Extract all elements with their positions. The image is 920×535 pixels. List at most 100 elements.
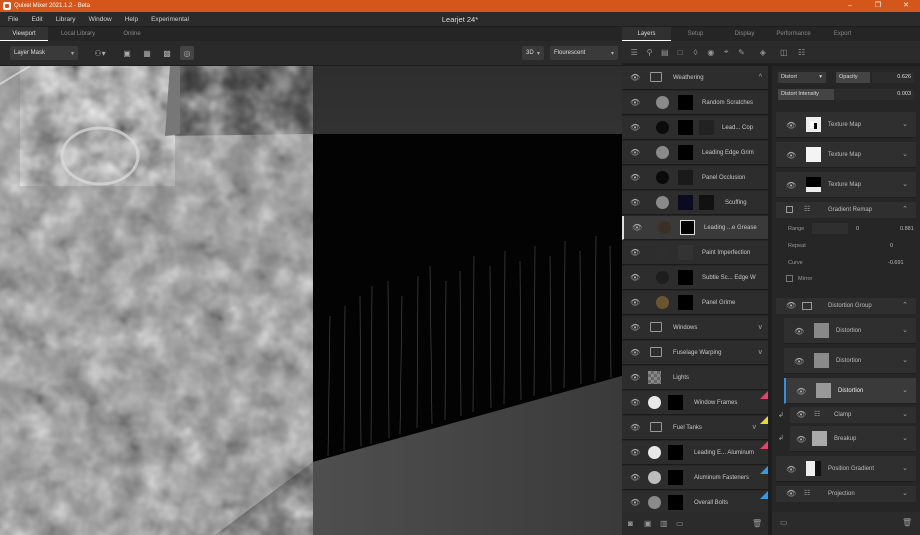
layer-row[interactable]: 👁 Panel Grime [622, 291, 768, 315]
image-view-icon[interactable]: ▣ [120, 46, 134, 60]
eye-icon[interactable]: 👁 [630, 274, 640, 282]
chevron-up-icon[interactable]: ⌃ [902, 298, 908, 314]
eye-icon[interactable]: 👁 [630, 374, 640, 382]
menu-file[interactable]: File [0, 16, 23, 23]
eye-icon[interactable]: 👁 [630, 424, 640, 432]
view-mode-dropdown[interactable]: 3D ▾ [522, 46, 544, 60]
opacity-value[interactable]: 0.626 [888, 72, 914, 83]
eye-icon[interactable]: 👁 [786, 151, 796, 160]
texture-map-card[interactable]: 👁 Texture Map ⌄ [776, 142, 916, 168]
eyedropper-icon[interactable]: ✎ [735, 45, 747, 59]
eye-icon[interactable]: 👁 [630, 499, 640, 507]
chevron-down-icon[interactable]: ⌄ [902, 318, 908, 344]
eye-icon[interactable]: 👁 [630, 99, 640, 107]
tab-local-library[interactable]: Local Library [54, 27, 102, 41]
eye-icon[interactable]: 👁 [630, 324, 640, 332]
layer-row[interactable]: 👁 Leading Edge Grim [622, 141, 768, 165]
chevron-up-icon[interactable]: ⌃ [902, 202, 908, 218]
eye-icon[interactable]: 👁 [630, 474, 640, 482]
settings-icon[interactable]: ◫ [780, 48, 794, 57]
tile-view-icon[interactable]: ▩ [160, 46, 174, 60]
layer-row[interactable]: 👁 Window Frames [622, 391, 768, 415]
add-layer-icon[interactable]: ◙ [628, 519, 640, 528]
eye-icon[interactable]: 👁 [794, 327, 804, 336]
layer-row[interactable]: 👁 Fuel Tanks v [622, 416, 768, 440]
eye-icon[interactable]: 👁 [630, 399, 640, 407]
chevron-down-icon[interactable]: ⌄ [902, 407, 908, 423]
drop-icon[interactable]: ◊ [689, 45, 701, 59]
layer-row[interactable]: 👁 Lead... Cop [622, 116, 768, 140]
trash-icon[interactable]: 🗑 [752, 519, 764, 528]
menu-experimental[interactable]: Experimental [143, 16, 194, 23]
eye-icon[interactable]: 👁 [632, 224, 642, 232]
add-folder-icon[interactable]: ▭ [676, 519, 688, 528]
grid-view-icon[interactable]: ▦ [140, 46, 154, 60]
eye-icon[interactable]: 👁 [794, 357, 804, 366]
eye-icon[interactable]: 👁 [796, 435, 806, 444]
trash-icon[interactable]: 🗑 [902, 518, 912, 527]
tab-performance[interactable]: Performance [769, 27, 818, 41]
layer-row[interactable]: 👁 Lights [622, 366, 768, 390]
opacity-slider[interactable] [872, 72, 888, 83]
eye-icon[interactable]: 👁 [796, 387, 806, 396]
range-min-value[interactable]: 0 [856, 226, 859, 232]
lighting-dropdown[interactable]: Flourescent ▾ [550, 46, 618, 60]
mask-icon[interactable]: ◉ [705, 45, 717, 59]
layer-list-icon[interactable]: ☰ [628, 45, 640, 59]
layer-row[interactable]: 👁 Aluminum Fasteners [622, 466, 768, 490]
eye-icon[interactable]: 👁 [786, 465, 796, 474]
chevron-down-icon[interactable]: ⌄ [902, 348, 908, 374]
eye-icon[interactable]: 👁 [630, 299, 640, 307]
tab-online[interactable]: Online [108, 27, 156, 41]
distortion-group-header[interactable]: 👁 Distortion Group ⌃ [776, 298, 916, 314]
layer-mask-dropdown[interactable]: Layer Mask ▾ [10, 46, 78, 60]
layer-row[interactable]: 👁 Overall Bolts [622, 491, 768, 512]
eye-icon[interactable]: 👁 [630, 124, 640, 132]
add-folder-icon[interactable]: ▭ [780, 518, 788, 527]
eye-icon[interactable]: 👁 [786, 121, 796, 130]
add-fill-icon[interactable]: ▣ [644, 519, 656, 528]
chevron-down-icon[interactable]: ⌄ [902, 172, 908, 198]
minimize-button[interactable]: – [836, 0, 864, 12]
layer-row[interactable]: 👁 Random Scratches [622, 91, 768, 115]
range-max-value[interactable]: 0.881 [900, 226, 914, 232]
chevron-up-icon[interactable]: ^ [759, 66, 762, 90]
menu-library[interactable]: Library [48, 16, 81, 23]
chevron-down-icon[interactable]: v [759, 316, 763, 340]
gradient-remap-header[interactable]: ☷ Gradient Remap ⌃ [776, 202, 916, 218]
eye-icon[interactable]: 👁 [786, 489, 796, 498]
tab-display[interactable]: Display [720, 27, 769, 41]
sliders-icon[interactable]: ☷ [798, 48, 812, 57]
blend-mode-dropdown[interactable]: Distort ▾ [778, 72, 826, 83]
curve-value[interactable]: -0.691 [888, 260, 904, 266]
chevron-down-icon[interactable]: ⌄ [902, 486, 908, 502]
texture-map-card[interactable]: 👁 Texture Map ⌄ [776, 172, 916, 198]
eye-icon[interactable]: 👁 [630, 174, 640, 182]
texture-map-card[interactable]: 👁 Texture Map ⌄ [776, 112, 916, 138]
chevron-down-icon[interactable]: ⌄ [902, 378, 908, 404]
distort-intensity-slider[interactable] [834, 89, 888, 100]
repeat-value[interactable]: 0 [890, 243, 893, 249]
chevron-down-icon[interactable]: ⌄ [902, 426, 908, 452]
layer-row[interactable]: 👁 Leading E... Aluminum [622, 441, 768, 465]
chevron-down-icon[interactable]: v [753, 416, 757, 440]
eye-icon[interactable]: 👁 [786, 301, 796, 310]
distortion-card[interactable]: 👁 Distortion ⌄ [784, 348, 916, 374]
chevron-down-icon[interactable]: ⌄ [902, 142, 908, 168]
layer-row[interactable]: 👁 Scuffing [622, 191, 768, 215]
tab-export[interactable]: Export [818, 27, 867, 41]
layer-row[interactable]: 👁 Panel Occlusion [622, 166, 768, 190]
eye-icon[interactable]: 👁 [796, 410, 806, 419]
menu-help[interactable]: Help [117, 16, 143, 23]
layer-row[interactable]: 👁 Fuselage Warping v [622, 341, 768, 365]
breakup-card[interactable]: 👁 Breakup ⌄ [790, 426, 916, 452]
eye-icon[interactable]: 👁 [630, 199, 640, 207]
menu-window[interactable]: Window [81, 16, 117, 23]
layer-row[interactable]: 👁 Windows v [622, 316, 768, 340]
shapes-tool-button[interactable]: ⚇▾ [90, 46, 110, 60]
modifier-icon[interactable]: ⌖ [720, 45, 732, 59]
checkbox-icon[interactable] [786, 206, 793, 213]
eye-icon[interactable]: 👁 [630, 349, 640, 357]
menu-edit[interactable]: Edit [23, 16, 47, 23]
position-gradient-card[interactable]: 👁 Position Gradient ⌄ [776, 456, 916, 482]
